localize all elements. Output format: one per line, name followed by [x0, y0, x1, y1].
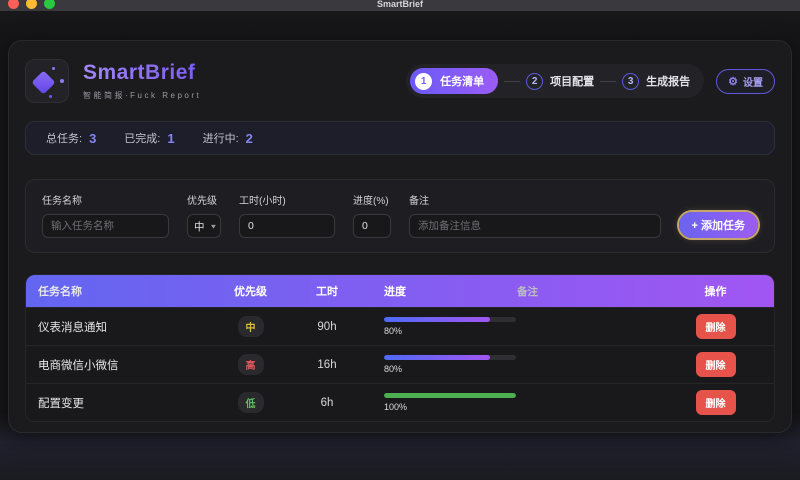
step-number: 3: [622, 72, 640, 90]
hours-input[interactable]: [239, 214, 335, 238]
note-label: 备注: [409, 196, 429, 207]
progress-label: 80%: [384, 364, 403, 374]
progress-label: 进度(%): [353, 196, 389, 207]
priority-badge: 中: [237, 316, 264, 337]
step-connector: [504, 80, 521, 82]
hours-field: 工时(小时): [239, 192, 335, 238]
step-number: 1: [415, 72, 433, 90]
progress-bar: 100%: [384, 393, 517, 412]
progress-label: 80%: [384, 326, 403, 336]
priority-select[interactable]: 中 ▼: [187, 214, 221, 238]
priority-field: 优先级 中 ▼: [187, 192, 221, 238]
window-titlebar: SmartBrief: [0, 0, 800, 11]
progress-label: 100%: [384, 402, 408, 412]
settings-button[interactable]: ⚙ 设置: [716, 68, 775, 94]
window-title: SmartBrief: [376, 0, 423, 9]
progress-track: [384, 393, 516, 398]
progress-track: [384, 355, 516, 360]
app-title: SmartBrief: [83, 61, 201, 85]
delete-button[interactable]: 删除: [695, 352, 736, 377]
delete-button[interactable]: 删除: [695, 314, 736, 339]
table-row: 电商微信小微信 高 16h 80% 删除: [26, 345, 774, 383]
stat-completed: 已完成: 1: [124, 130, 174, 146]
main-panel: SmartBrief 智能简报·Fuck Report 1 任务清单 2 项目配…: [8, 40, 792, 433]
header-actions: 操作: [704, 286, 727, 298]
stat-label: 已完成:: [124, 133, 161, 145]
progress-field: 进度(%): [353, 192, 391, 238]
step-label: 任务清单: [440, 76, 485, 88]
stat-in-progress: 进行中: 2: [203, 130, 253, 146]
stat-value: 2: [245, 130, 253, 146]
note-field: 备注: [409, 192, 661, 238]
app-subtitle: 智能简报·Fuck Report: [83, 91, 202, 100]
app-header: SmartBrief 智能简报·Fuck Report 1 任务清单 2 项目配…: [25, 59, 775, 103]
tab-project-config[interactable]: 2 项目配置: [526, 72, 595, 90]
stat-label: 进行中:: [202, 133, 239, 145]
progress-fill: [384, 393, 516, 398]
header-note: 备注: [517, 285, 538, 298]
task-name-cell: 仪表消息通知: [38, 321, 107, 334]
task-name-cell: 配置变更: [38, 397, 84, 410]
header-hours: 工时: [316, 286, 338, 298]
task-name-label: 任务名称: [42, 196, 82, 207]
task-name-input[interactable]: [42, 214, 169, 238]
priority-selected-value: 中: [194, 220, 205, 233]
table-row: 仪表消息通知 中 90h 80% 删除: [26, 307, 774, 345]
app-logo-icon: [25, 59, 69, 103]
step-label: 生成报告: [646, 76, 691, 88]
table-header: 任务名称 优先级 工时 进度 备注 操作: [26, 275, 774, 307]
step-label: 项目配置: [550, 76, 595, 88]
note-input[interactable]: [409, 214, 661, 238]
task-name-cell: 电商微信小微信: [38, 359, 119, 372]
dot-icon: [52, 67, 55, 70]
progress-bar: 80%: [384, 355, 517, 374]
add-task-form: 任务名称 优先级 中 ▼ 工时(小时) 进度(%) 备注 + 添加任务: [25, 179, 775, 253]
task-table: 任务名称 优先级 工时 进度 备注 操作 仪表消息通知 中 90h 80% 删除: [25, 274, 775, 422]
tab-task-list[interactable]: 1 任务清单: [410, 68, 499, 94]
stat-label: 总任务:: [46, 133, 83, 145]
priority-badge: 低: [237, 392, 264, 413]
progress-track: [384, 317, 516, 322]
hours-cell: 16h: [317, 358, 337, 371]
step-number: 2: [526, 72, 544, 90]
progress-input[interactable]: [353, 214, 391, 238]
header-priority: 优先级: [234, 286, 267, 298]
gear-icon: ⚙: [728, 75, 738, 88]
header-right: 1 任务清单 2 项目配置 3 生成报告 ⚙ 设置: [406, 64, 775, 98]
task-name-field: 任务名称: [42, 192, 169, 238]
step-connector: [600, 80, 617, 82]
tab-generate-report[interactable]: 3 生成报告: [622, 72, 691, 90]
wizard-stepper: 1 任务清单 2 项目配置 3 生成报告: [406, 64, 705, 98]
diamond-icon: [31, 70, 56, 95]
header-task-name: 任务名称: [38, 286, 82, 298]
table-body: 仪表消息通知 中 90h 80% 删除 电商微信小微信 高 16h 80% 删除…: [26, 307, 774, 421]
dot-icon: [60, 79, 64, 83]
stat-value: 1: [167, 130, 175, 146]
header-progress: 进度: [384, 286, 406, 298]
stats-bar: 总任务: 3 已完成: 1 进行中: 2: [25, 121, 775, 155]
stat-value: 3: [89, 130, 97, 146]
progress-fill: [384, 317, 490, 322]
progress-bar: 80%: [384, 317, 517, 336]
priority-badge: 高: [237, 354, 264, 375]
settings-label: 设置: [743, 77, 763, 89]
stat-total: 总任务: 3: [46, 130, 96, 146]
brand: SmartBrief 智能简报·Fuck Report: [25, 59, 201, 103]
hours-label: 工时(小时): [239, 196, 286, 207]
progress-fill: [384, 355, 490, 360]
chevron-down-icon: ▼: [209, 222, 218, 230]
hours-cell: 90h: [317, 320, 337, 333]
dot-icon: [49, 95, 52, 98]
add-task-button[interactable]: + 添加任务: [678, 212, 758, 238]
priority-label: 优先级: [187, 196, 217, 207]
table-row: 配置变更 低 6h 100% 删除: [26, 383, 774, 421]
hours-cell: 6h: [320, 396, 334, 409]
delete-button[interactable]: 删除: [695, 390, 736, 415]
